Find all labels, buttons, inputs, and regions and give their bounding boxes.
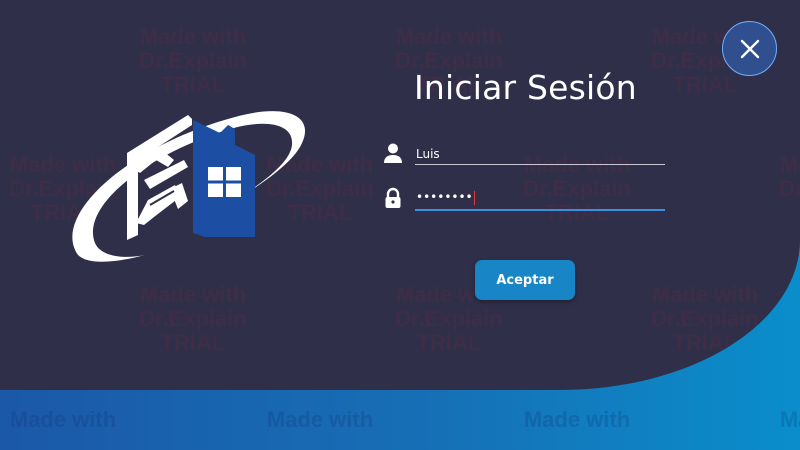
user-icon (384, 143, 402, 163)
trial-watermark: Made with Dr.Explain TRIAL (779, 152, 800, 201)
close-icon (740, 39, 759, 58)
trial-watermark: Made with (9, 407, 117, 432)
text-caret (473, 190, 475, 205)
trial-watermark: Made with Dr.Explain TRIAL (651, 282, 759, 355)
trial-watermark: Made with (266, 407, 374, 432)
trial-watermark: Made with Dr.Explain TRIAL (139, 282, 247, 355)
trial-watermark: Made with Dr.Explain TRIAL (139, 24, 247, 97)
password-field[interactable]: •••••••• (415, 190, 665, 211)
username-value: Luis (416, 147, 440, 161)
password-value: •••••••• (416, 190, 473, 204)
close-button[interactable] (722, 21, 777, 76)
trial-watermark: Made with (779, 407, 800, 432)
login-panel: Made with Dr.Explain TRIAL Made with Dr.… (0, 0, 800, 390)
login-title: Iniciar Sesión (414, 68, 637, 107)
lock-icon (385, 187, 401, 208)
accept-button[interactable]: Aceptar (475, 260, 575, 300)
house-tools-logo (72, 111, 306, 262)
username-field[interactable]: Luis (415, 147, 665, 165)
trial-watermark: Made with (523, 407, 631, 432)
